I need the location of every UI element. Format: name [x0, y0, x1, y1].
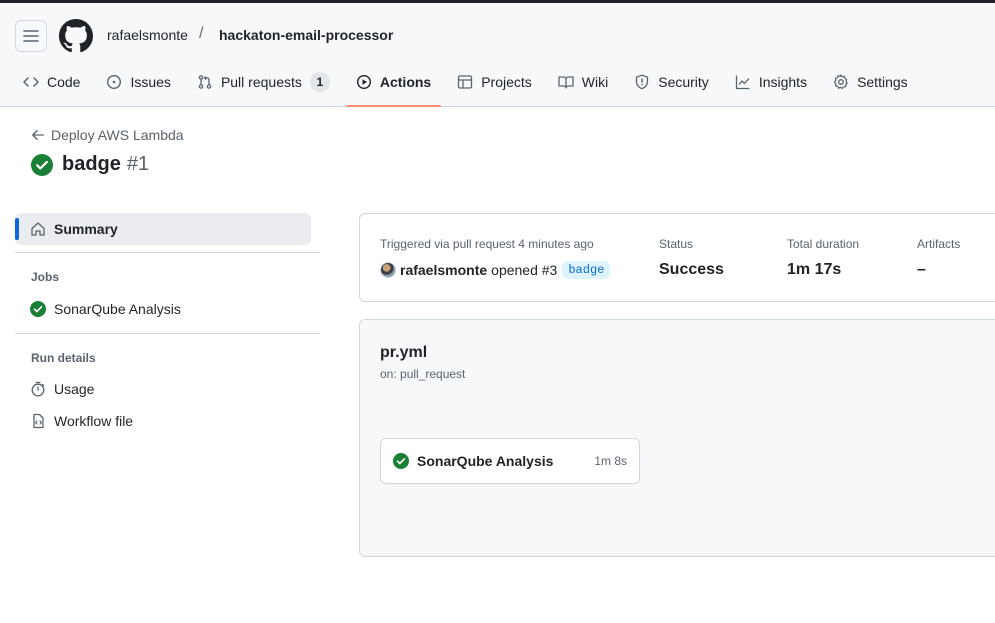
shield-icon [636, 74, 649, 90]
sidebar-usage-label: Usage [54, 381, 95, 397]
breadcrumb-owner[interactable]: rafaelsmonte [107, 27, 188, 43]
run-title: badge #1 [31, 153, 149, 176]
pull-request-action[interactable]: opened #3 [491, 262, 557, 278]
tab-pull-requests[interactable]: Pull requests 1 [187, 66, 340, 98]
breadcrumb-repo[interactable]: hackaton-email-processor [219, 27, 393, 43]
branch-badge[interactable]: badge [562, 261, 611, 279]
actor-link[interactable]: rafaelsmonte [400, 262, 487, 278]
check-circle-fill-icon [31, 153, 53, 176]
tab-security-label: Security [658, 74, 709, 90]
tab-code[interactable]: Code [13, 66, 90, 98]
tab-code-label: Code [47, 74, 81, 90]
sidebar-item-job[interactable]: SonarQube Analysis [30, 301, 181, 317]
book-icon [558, 76, 574, 89]
run-number: #1 [126, 153, 150, 175]
tab-wiki[interactable]: Wiki [548, 66, 618, 98]
issue-icon [107, 74, 122, 90]
sidebar-item-summary[interactable]: Summary [15, 213, 311, 245]
repo-header: rafaelsmonte / hackaton-email-processor … [0, 3, 995, 107]
workflow-file-name: pr.yml [380, 344, 428, 361]
tab-issues[interactable]: Issues [96, 66, 180, 98]
check-circle-fill-icon [30, 301, 46, 317]
triggered-text: Triggered via pull request 4 minutes ago [380, 237, 594, 251]
sidebar-job-label: SonarQube Analysis [54, 301, 181, 317]
sidebar-run-details-heading: Run details [31, 351, 96, 365]
sidebar-item-usage[interactable]: Usage [30, 381, 94, 397]
tab-pull-requests-label: Pull requests [220, 74, 302, 90]
sidebar-item-workflow-file[interactable]: Workflow file [30, 413, 133, 429]
sidebar-divider [15, 333, 320, 334]
hamburger-icon [23, 30, 39, 42]
avatar[interactable] [380, 262, 396, 278]
sidebar-jobs-heading: Jobs [31, 270, 60, 284]
graph-icon [735, 75, 750, 90]
duration-value: 1m 17s [787, 261, 842, 278]
run-summary-card: Triggered via pull request 4 minutes ago… [359, 213, 995, 302]
back-to-workflow-link[interactable]: Deploy AWS Lambda [31, 127, 184, 143]
job-node-duration: 1m 8s [594, 454, 627, 468]
breadcrumb-separator: / [199, 25, 204, 42]
sidebar-workflow-file-label: Workflow file [54, 413, 134, 429]
trigger-actor-line: rafaelsmonte opened #3 badge [380, 261, 611, 279]
status-label: Status [659, 237, 694, 251]
workflow-graph: pr.yml on: pull_request SonarQube Analys… [359, 319, 995, 557]
duration-label: Total duration [787, 237, 860, 251]
github-logo-icon[interactable] [59, 19, 93, 53]
repo-nav-tabs: Code Issues Pull requests 1 Actions Proj… [13, 66, 924, 107]
artifacts-value: – [917, 261, 926, 278]
tab-actions[interactable]: Actions [345, 66, 442, 107]
tab-insights[interactable]: Insights [725, 66, 817, 98]
tab-actions-label: Actions [379, 74, 432, 90]
tab-issues-label: Issues [130, 74, 171, 90]
tab-projects-label: Projects [481, 74, 532, 90]
run-title-text: badge [62, 153, 121, 175]
sidebar-summary-label: Summary [54, 221, 118, 237]
sidebar-divider [15, 252, 320, 253]
stopwatch-icon [31, 381, 45, 397]
workflow-trigger: on: pull_request [380, 367, 466, 381]
job-node-name: SonarQube Analysis [417, 453, 554, 469]
table-icon [458, 75, 473, 89]
pull-requests-count-badge: 1 [309, 72, 330, 92]
tab-settings-label: Settings [857, 74, 908, 90]
file-code-icon [33, 413, 44, 429]
back-link-label: Deploy AWS Lambda [51, 127, 184, 143]
artifacts-label: Artifacts [917, 237, 961, 251]
code-icon [23, 77, 39, 87]
tab-security[interactable]: Security [624, 66, 719, 98]
tab-insights-label: Insights [758, 74, 808, 90]
gear-icon [833, 74, 848, 90]
arrow-left-icon [32, 129, 44, 141]
check-circle-fill-icon [393, 453, 409, 469]
tab-projects[interactable]: Projects [447, 66, 542, 98]
job-node[interactable]: SonarQube Analysis 1m 8s [380, 438, 640, 484]
tab-settings[interactable]: Settings [823, 66, 918, 98]
tab-wiki-label: Wiki [581, 74, 609, 90]
pull-request-icon [198, 75, 212, 89]
home-icon [31, 222, 45, 236]
play-icon [356, 74, 371, 90]
menu-button[interactable] [15, 20, 47, 52]
status-value: Success [659, 261, 724, 278]
